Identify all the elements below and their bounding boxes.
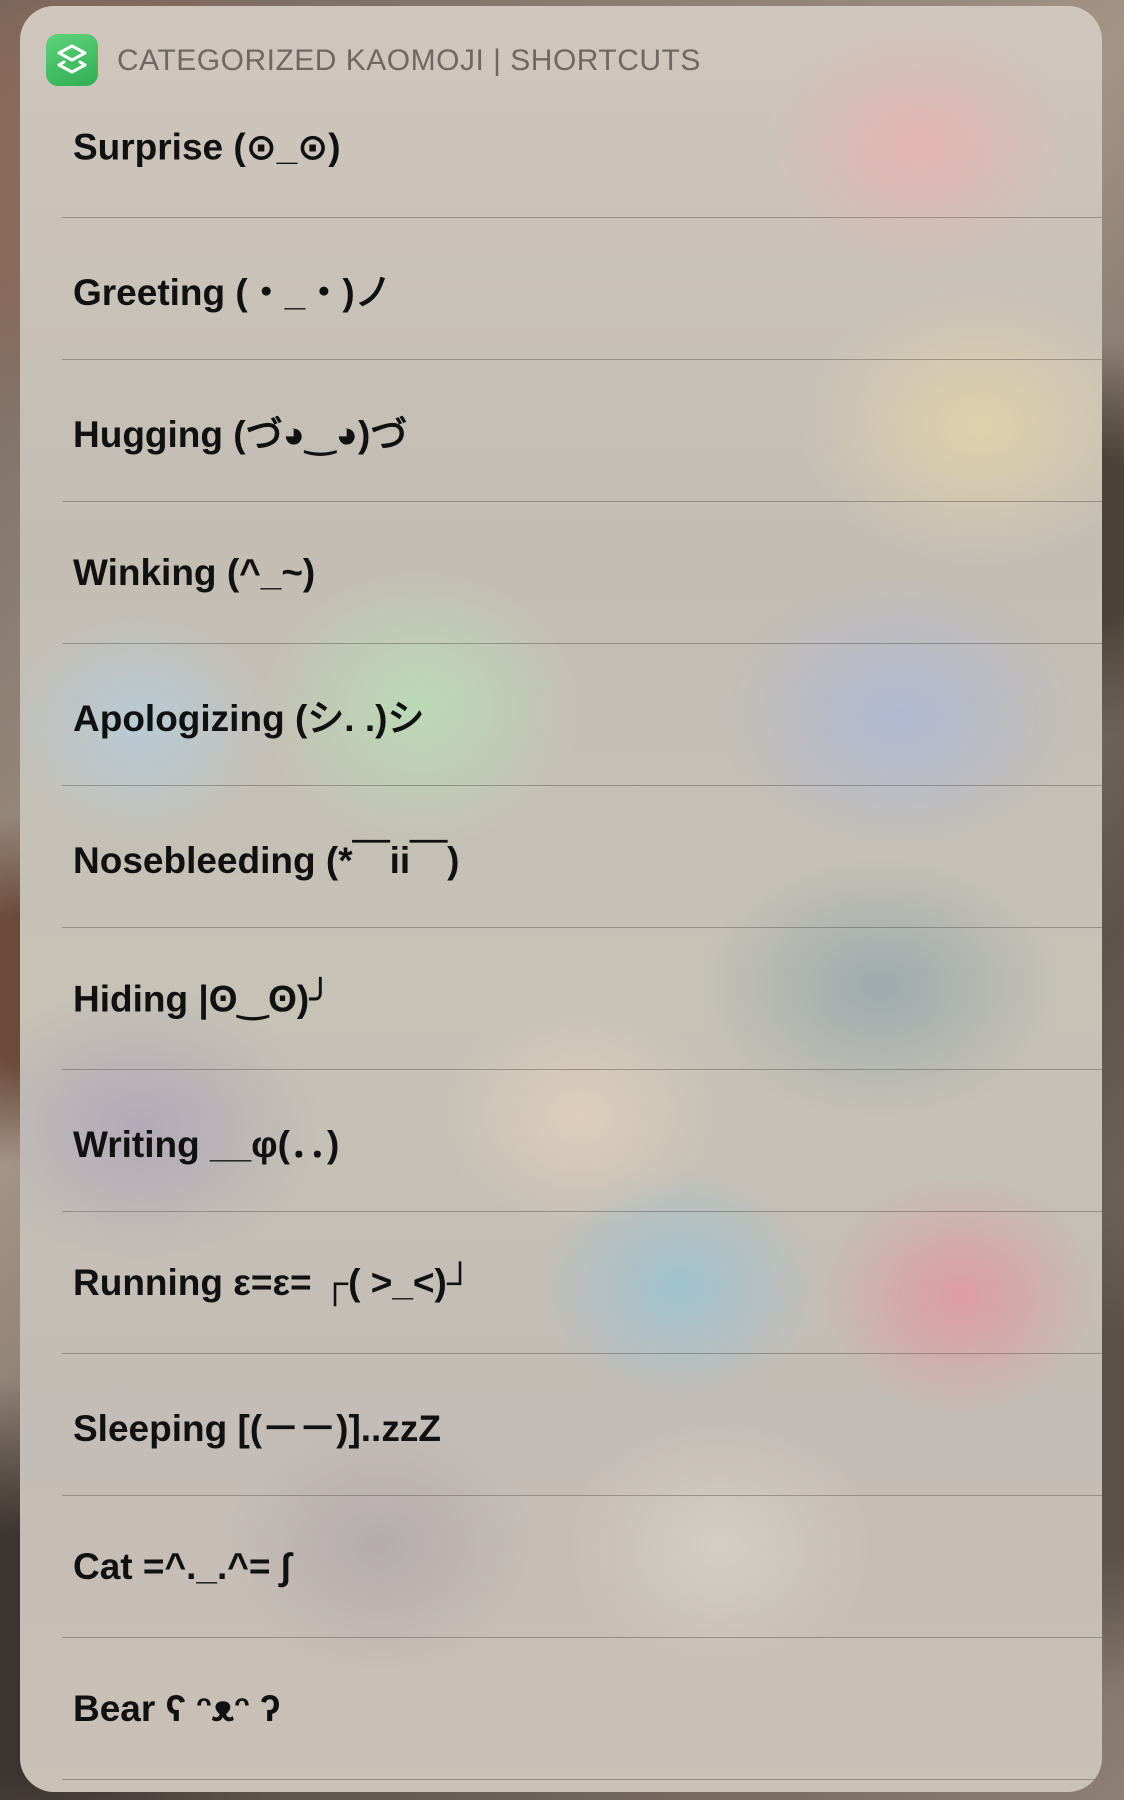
list-item-running[interactable]: Running ε=ε= ┌( >_<)┘ [20,1212,1102,1354]
list-item-bear[interactable]: Bear ʕ ᵔᴥᵔ ʔ [20,1638,1102,1780]
list-item-label: Sleeping [(－－)]..zzZ [73,1408,441,1449]
list-item-sleeping[interactable]: Sleeping [(－－)]..zzZ [20,1354,1102,1496]
list-item-label: Apologizing (シ. .)シ [73,698,425,739]
list-item-hiding[interactable]: Hiding |ʘ‿ʘ)╯ [20,928,1102,1070]
kaomoji-list: Surprise (⊙_⊙) Greeting (・_・)ノ Hugging (… [20,76,1102,1780]
list-item-label: Cat =^._.^= ∫ [73,1546,291,1587]
divider [62,1779,1102,1780]
shortcut-list-panel: CATEGORIZED KAOMOJI | SHORTCUTS Surprise… [20,6,1102,1792]
list-item-hugging[interactable]: Hugging (づ◕‿◕)づ [20,360,1102,502]
list-item-greeting[interactable]: Greeting (・_・)ノ [20,218,1102,360]
app-title: CATEGORIZED KAOMOJI | SHORTCUTS [117,44,701,77]
list-item-label: Hiding |ʘ‿ʘ)╯ [73,978,332,1020]
list-item-cat[interactable]: Cat =^._.^= ∫ [20,1496,1102,1638]
list-item-nosebleeding[interactable]: Nosebleeding (*￣ii￣) [20,786,1102,928]
list-item-label: Hugging (づ◕‿◕)づ [73,414,408,455]
list-item-writing[interactable]: Writing __φ(．．) [20,1070,1102,1212]
list-item-label: Nosebleeding (*￣ii￣) [73,840,460,881]
list-item-label: Bear ʕ ᵔᴥᵔ ʔ [73,1688,281,1729]
list-item-label: Writing __φ(．．) [73,1124,340,1165]
list-item-surprise[interactable]: Surprise (⊙_⊙) [20,76,1102,218]
list-item-label: Greeting (・_・)ノ [73,272,392,313]
list-item-apologizing[interactable]: Apologizing (シ. .)シ [20,644,1102,786]
list-item-label: Running ε=ε= ┌( >_<)┘ [73,1262,474,1303]
list-item-winking[interactable]: Winking (^_~) [20,502,1102,644]
list-item-label: Winking (^_~) [73,552,316,593]
list-item-label: Surprise (⊙_⊙) [73,126,341,168]
